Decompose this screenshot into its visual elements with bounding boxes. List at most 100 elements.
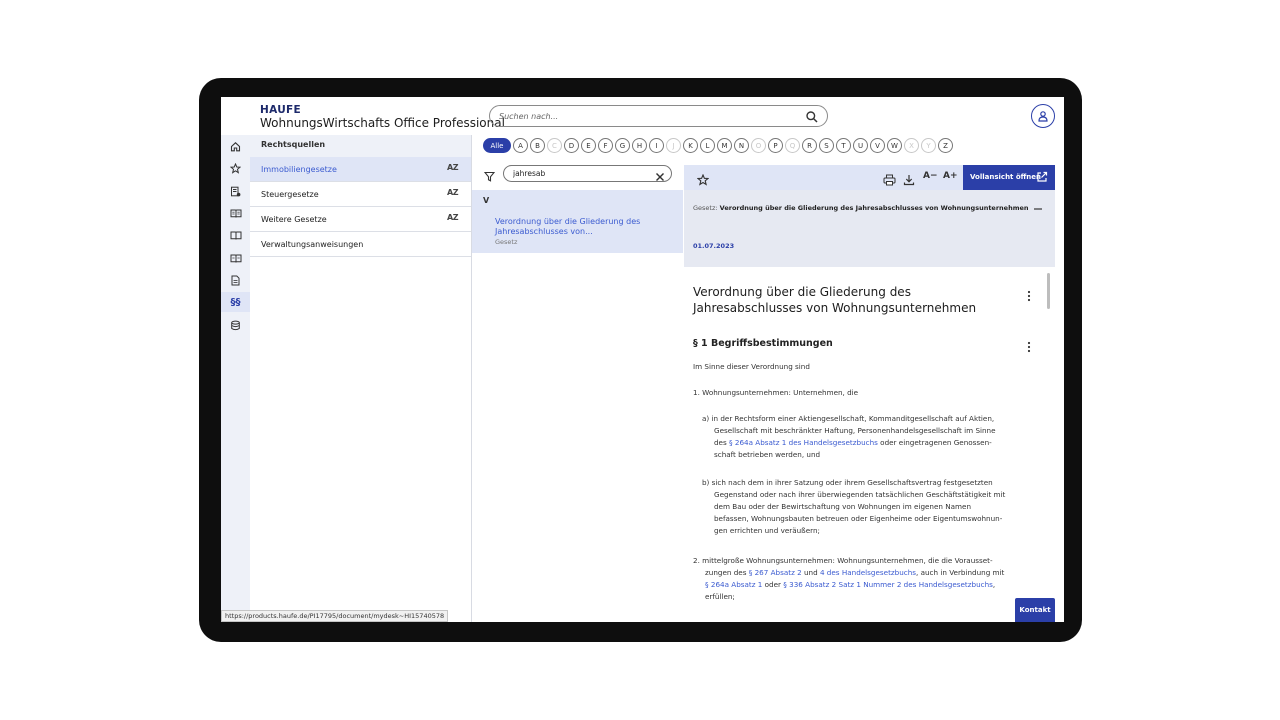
book-icon [230, 209, 241, 218]
letter-button-e[interactable]: E [581, 138, 596, 153]
letter-button-m[interactable]: M [717, 138, 732, 153]
letter-button-d[interactable]: D [564, 138, 579, 153]
download-icon[interactable] [903, 171, 915, 190]
favorite-star-icon[interactable] [696, 171, 710, 190]
letter-all-button[interactable]: Alle [483, 138, 511, 153]
source-item-label: Steuergesetze [261, 190, 319, 199]
letter-button-l[interactable]: L [700, 138, 715, 153]
law-link[interactable]: § 267 Absatz 2 [749, 568, 802, 577]
letter-button-h[interactable]: H [632, 138, 647, 153]
search-box [489, 105, 828, 127]
open-full-view-button[interactable]: Vollansicht öffnen [963, 165, 1055, 190]
rail-book-1[interactable] [221, 203, 250, 223]
sort-az-icon[interactable]: AZ [447, 188, 459, 197]
result-group-header: V [472, 190, 683, 210]
law-link[interactable]: § 264a Absatz 1 [705, 580, 762, 589]
text-segment: oder eingetragenen Genossen- [877, 438, 992, 447]
letter-button-s[interactable]: S [819, 138, 834, 153]
item-a-line-2: Gesellschaft mit beschränkter Haftung, P… [714, 426, 996, 435]
letter-button-u[interactable]: U [853, 138, 868, 153]
rail-documents-settings[interactable] [221, 181, 250, 201]
text-segment: zungen des [705, 568, 749, 577]
font-decrease-button[interactable]: A− [923, 171, 938, 181]
result-title: Verordnung über die Gliederung des Jahre… [495, 217, 641, 236]
alphabet-filter: Alle ABCDEFGHIJKLMNOPQRSTUVWXYZ [483, 138, 953, 154]
text-segment: des [714, 438, 730, 447]
meta-law-line: Gesetz: Verordnung über die Gliederung d… [693, 204, 1029, 212]
letter-button-a[interactable]: A [513, 138, 528, 153]
search-icon[interactable] [805, 109, 819, 123]
source-item-label: Weitere Gesetze [261, 215, 327, 224]
document-gear-icon [231, 186, 241, 196]
font-increase-button[interactable]: A+ [943, 171, 958, 181]
scrollbar-thumb[interactable] [1047, 273, 1050, 309]
letter-button-z[interactable]: Z [938, 138, 953, 153]
open-book-icon [230, 231, 241, 240]
letter-button-g[interactable]: G [615, 138, 630, 153]
item-b-line-5: gen errichten und veräußern; [714, 526, 820, 535]
close-icon[interactable] [654, 168, 666, 181]
rail-legal-sources[interactable]: §§ [221, 292, 250, 312]
search-input[interactable] [499, 109, 789, 123]
meta-title: Verordnung über die Gliederung des Jahre… [719, 204, 1029, 212]
user-icon [1038, 111, 1048, 122]
law-link[interactable]: 4 des Handelsgesetzbuchs [820, 568, 916, 577]
letter-button-f[interactable]: F [598, 138, 613, 153]
letter-button-v[interactable]: V [870, 138, 885, 153]
letter-button-b[interactable]: B [530, 138, 545, 153]
letter-button-k[interactable]: K [683, 138, 698, 153]
rail-favorites[interactable] [221, 158, 250, 178]
item-b-line-2: Gegenstand oder nach ihrer überwiegenden… [714, 490, 1006, 499]
more-options-icon[interactable] [1024, 287, 1034, 302]
file-icon [231, 275, 240, 285]
rail-home[interactable] [221, 136, 250, 156]
source-item-label: Immobiliengesetze [261, 165, 337, 174]
letter-button-w[interactable]: W [887, 138, 902, 153]
paragraph-icon: §§ [230, 296, 241, 308]
intro-text: Im Sinne dieser Verordnung sind [693, 362, 810, 371]
letter-button-t[interactable]: T [836, 138, 851, 153]
rail-book-3[interactable] [221, 248, 250, 268]
rail-file[interactable] [221, 270, 250, 290]
source-item-weitere-gesetze[interactable]: Weitere Gesetze AZ [250, 207, 471, 232]
letter-button-n[interactable]: N [734, 138, 749, 153]
meta-date: 01.07.2023 [693, 242, 735, 250]
app-screen: HAUFE WohnungsWirtschafts Office Profess… [221, 97, 1064, 622]
item-b-line-1: b) sich nach dem in ihrer Satzung oder i… [702, 478, 993, 487]
contact-button[interactable]: Kontakt [1015, 598, 1055, 622]
item-2-line-3: § 264a Absatz 1 oder § 336 Absatz 2 Satz… [705, 579, 995, 591]
results-filter [503, 165, 672, 182]
source-item-immobiliengesetze[interactable]: Immobiliengesetze AZ [250, 157, 471, 182]
document-meta: Gesetz: Verordnung über die Gliederung d… [684, 190, 1055, 267]
section-title: § 1 Begriffsbestimmungen [693, 338, 833, 349]
item-2-line-2: zungen des § 267 Absatz 2 und 4 des Hand… [705, 567, 1004, 579]
source-item-label: Verwaltungsanweisungen [261, 240, 364, 249]
source-item-steuergesetze[interactable]: Steuergesetze AZ [250, 182, 471, 207]
user-account-button[interactable] [1031, 104, 1055, 128]
result-item[interactable]: Verordnung über die Gliederung des Jahre… [472, 210, 683, 253]
sort-az-icon[interactable]: AZ [447, 213, 459, 222]
text-segment: und [801, 568, 820, 577]
letter-button-i[interactable]: I [649, 138, 664, 153]
rail-database[interactable] [221, 315, 250, 335]
text-segment: , auch in Verbindung mit [916, 568, 1005, 577]
law-link[interactable]: § 336 Absatz 2 Satz 1 Nummer 2 des Hande… [783, 580, 993, 589]
law-link[interactable]: § 264a Absatz 1 des Handelsgesetzbuchs [729, 438, 878, 447]
panel-title: Rechtsquellen [250, 135, 471, 157]
item-2-line-4: erfüllen; [705, 592, 735, 601]
print-icon[interactable] [883, 171, 896, 190]
letter-button-r[interactable]: R [802, 138, 817, 153]
item-a-line-3: des § 264a Absatz 1 des Handelsgesetzbuc… [714, 437, 992, 449]
filter-input[interactable] [513, 168, 643, 179]
external-link-icon [1037, 171, 1048, 182]
sort-az-icon[interactable]: AZ [447, 163, 459, 172]
filter-icon[interactable] [483, 167, 496, 186]
source-item-verwaltungsanweisungen[interactable]: Verwaltungsanweisungen [250, 232, 471, 257]
letter-button-x: X [904, 138, 919, 153]
collapse-icon[interactable] [1033, 199, 1043, 210]
letter-button-p[interactable]: P [768, 138, 783, 153]
rail-book-2[interactable] [221, 225, 250, 245]
section-options-icon[interactable] [1024, 338, 1034, 353]
text-segment: oder [762, 580, 784, 589]
home-icon [230, 141, 241, 151]
